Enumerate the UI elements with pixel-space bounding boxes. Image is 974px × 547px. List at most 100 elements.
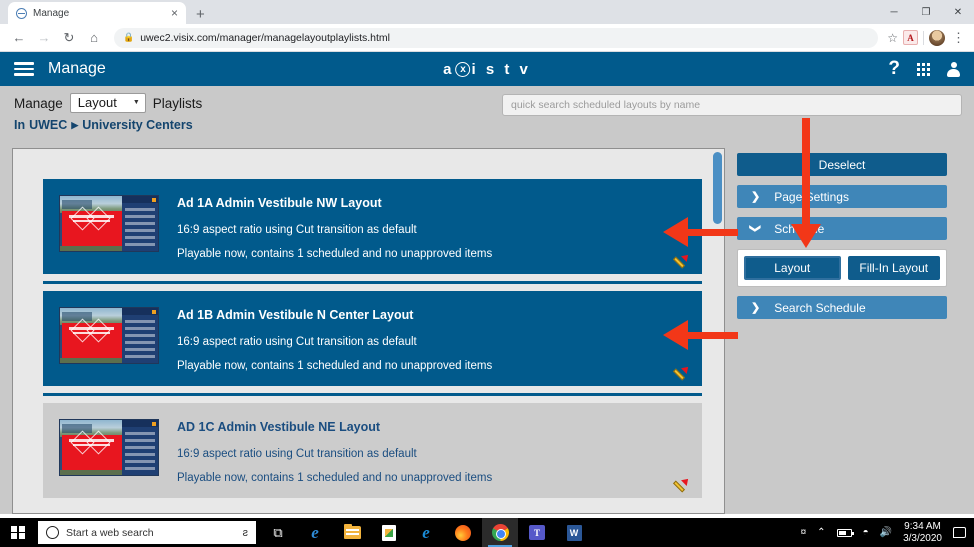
action-sidebar: Deselect ❯ Page Settings ❯ Schedule Layo… xyxy=(737,148,947,514)
microsoft-store-icon[interactable] xyxy=(371,518,407,547)
browser-tab[interactable]: Manage × xyxy=(8,2,186,24)
playlist-status: Playable now, contains 1 scheduled and n… xyxy=(177,472,493,484)
start-button[interactable] xyxy=(0,518,36,547)
list-scrollbar-thumb[interactable] xyxy=(713,152,722,224)
deselect-button[interactable]: Deselect xyxy=(737,153,947,176)
playlist-card-text: Ad 1B Admin Vestibule N Center Layout 16… xyxy=(177,307,688,372)
window-controls: ─ ❐ ✕ xyxy=(878,0,974,24)
playlist-title: Ad 1B Admin Vestibule N Center Layout xyxy=(177,308,414,322)
chevron-down-icon: ❯ xyxy=(749,223,762,234)
playlist-list-panel: Ad 1A Admin Vestibule NW Layout 16:9 asp… xyxy=(12,148,725,514)
page-settings-label: Page Settings xyxy=(774,189,849,204)
cortana-icon xyxy=(46,526,59,539)
brand-x-circle-icon: x xyxy=(455,61,471,77)
header-actions: ? xyxy=(888,58,960,80)
minimize-button[interactable]: ─ xyxy=(878,0,910,24)
hamburger-menu-icon[interactable] xyxy=(14,62,34,76)
edit-pencil-icon[interactable] xyxy=(672,252,691,269)
close-window-button[interactable]: ✕ xyxy=(942,0,974,24)
axistv-logo: a x i s t v xyxy=(443,61,531,78)
adobe-acrobat-extension-icon[interactable]: A xyxy=(903,30,918,45)
show-hidden-icons-chevron[interactable]: ⌃ xyxy=(817,527,825,538)
back-icon[interactable]: ← xyxy=(8,27,30,49)
lock-icon: 🔒 xyxy=(123,32,135,42)
chevron-down-icon: ▼ xyxy=(132,99,140,106)
internet-explorer-icon[interactable]: e xyxy=(408,518,444,547)
playlist-scroll-area: Ad 1A Admin Vestibule NW Layout 16:9 asp… xyxy=(13,149,724,498)
app-header: Manage a x i s t v ? xyxy=(0,52,974,86)
microphone-icon[interactable]: ƨ xyxy=(243,527,249,539)
breadcrumb-in-label: In xyxy=(14,118,26,132)
playlist-aspect: 16:9 aspect ratio using Cut transition a… xyxy=(177,448,417,460)
breadcrumb-root[interactable]: UWEC xyxy=(29,118,67,132)
forward-icon[interactable]: → xyxy=(33,27,55,49)
browser-toolbar: ← → ↻ ⌂ 🔒 uwec2.visix.com/manager/manage… xyxy=(0,24,974,52)
main-body: Ad 1A Admin Vestibule NW Layout 16:9 asp… xyxy=(0,139,974,514)
playlist-title: AD 1C Admin Vestibule NE Layout xyxy=(177,420,381,434)
chrome-icon[interactable] xyxy=(482,518,518,547)
list-scrollbar[interactable] xyxy=(713,152,722,510)
file-explorer-icon[interactable] xyxy=(334,518,370,547)
playlist-status: Playable now, contains 1 scheduled and n… xyxy=(177,360,493,372)
search-schedule-section[interactable]: ❯ Search Schedule xyxy=(737,296,947,319)
toolbar-right-actions: ☆ A ⋮ xyxy=(887,29,966,46)
action-center-icon[interactable] xyxy=(953,527,966,538)
schedule-fillin-layout-button[interactable]: Fill-In Layout xyxy=(847,256,940,280)
edge-icon[interactable]: e xyxy=(297,518,333,547)
playlist-card[interactable]: AD 1C Admin Vestibule NE Layout 16:9 asp… xyxy=(43,403,702,498)
subnav-bar: Manage Layout ▼ Playlists In UWEC ▶ Univ… xyxy=(0,86,974,139)
clock-time: 9:34 AM xyxy=(904,521,941,532)
address-bar[interactable]: 🔒 uwec2.visix.com/manager/managelayoutpl… xyxy=(114,27,879,48)
home-icon[interactable]: ⌂ xyxy=(83,27,105,49)
people-icon[interactable]: ¤ xyxy=(801,527,807,538)
quick-search-input[interactable]: quick search scheduled layouts by name xyxy=(502,94,962,116)
reload-icon[interactable]: ↻ xyxy=(58,27,80,49)
playlist-card[interactable]: Ad 1A Admin Vestibule NW Layout 16:9 asp… xyxy=(43,179,702,274)
maximize-button[interactable]: ❐ xyxy=(910,0,942,24)
quick-search-placeholder: quick search scheduled layouts by name xyxy=(511,99,701,111)
playlist-status: Playable now, contains 1 scheduled and n… xyxy=(177,248,493,260)
volume-icon[interactable]: 🔊 xyxy=(880,527,892,538)
playlist-card[interactable]: Ad 1B Admin Vestibule N Center Layout 16… xyxy=(43,291,702,386)
breadcrumb: In UWEC ▶ University Centers xyxy=(14,118,960,132)
playlist-card-text: Ad 1A Admin Vestibule NW Layout 16:9 asp… xyxy=(177,195,688,260)
deselect-label: Deselect xyxy=(818,157,866,172)
breadcrumb-current[interactable]: University Centers xyxy=(82,118,192,132)
search-schedule-label: Search Schedule xyxy=(774,300,866,315)
clock[interactable]: 9:34 AM 3/3/2020 xyxy=(903,521,942,544)
browser-tab-title: Manage xyxy=(33,7,70,19)
new-tab-button[interactable]: + xyxy=(196,7,205,22)
bookmark-star-icon[interactable]: ☆ xyxy=(887,31,898,45)
card-separator xyxy=(43,393,702,396)
microsoft-teams-icon[interactable]: T xyxy=(519,518,555,547)
playlist-title: Ad 1A Admin Vestibule NW Layout xyxy=(177,196,382,210)
edit-pencil-icon[interactable] xyxy=(672,364,691,381)
playlist-card-text: AD 1C Admin Vestibule NE Layout 16:9 asp… xyxy=(177,419,688,484)
manage-label: Manage xyxy=(14,95,63,111)
wifi-icon[interactable]: ◓ xyxy=(863,527,869,538)
chevron-right-icon: ❯ xyxy=(751,191,761,203)
user-account-icon[interactable] xyxy=(947,61,960,77)
taskbar-search-input[interactable]: Start a web search ƨ xyxy=(38,521,256,544)
battery-icon[interactable] xyxy=(836,528,854,537)
taskbar-search-placeholder: Start a web search xyxy=(66,526,154,539)
chrome-menu-icon[interactable]: ⋮ xyxy=(950,31,966,44)
microsoft-word-icon[interactable]: W xyxy=(556,518,592,547)
schedule-section[interactable]: ❯ Schedule xyxy=(737,217,947,240)
tab-close-icon[interactable]: × xyxy=(171,6,178,20)
apps-grid-icon[interactable] xyxy=(917,62,930,76)
edit-pencil-icon[interactable] xyxy=(672,476,691,493)
page-settings-section[interactable]: ❯ Page Settings xyxy=(737,185,947,208)
brand-suffix: i s t v xyxy=(471,60,531,78)
clock-date: 3/3/2020 xyxy=(903,532,942,544)
playlist-thumbnail xyxy=(59,195,159,252)
breadcrumb-separator-icon: ▶ xyxy=(71,119,79,130)
help-icon[interactable]: ? xyxy=(888,58,900,80)
profile-avatar-icon[interactable] xyxy=(929,29,945,46)
task-view-icon[interactable]: ⧉ xyxy=(260,518,296,547)
playlist-type-select[interactable]: Layout ▼ xyxy=(69,93,146,113)
toolbar-divider xyxy=(923,30,924,45)
favicon-globe-icon xyxy=(16,7,27,19)
firefox-icon[interactable] xyxy=(445,518,481,547)
schedule-layout-button[interactable]: Layout xyxy=(744,256,841,280)
